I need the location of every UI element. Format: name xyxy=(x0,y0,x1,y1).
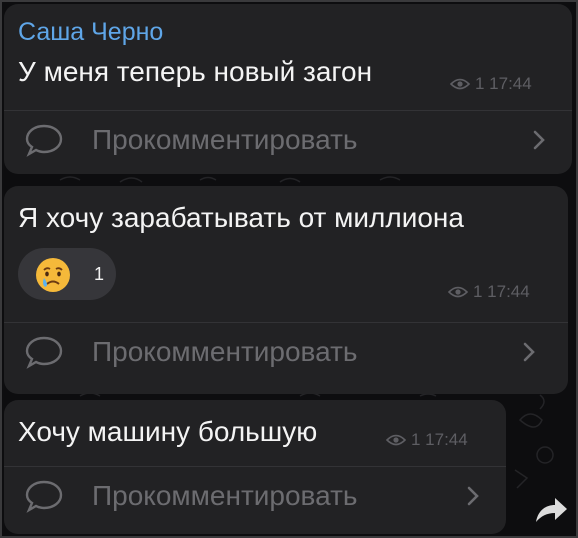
message-meta: 1 17:44 xyxy=(448,282,530,302)
message-meta: 1 17:44 xyxy=(450,74,532,94)
comment-label: Прокомментировать xyxy=(92,124,358,155)
comment-label: Прокомментировать xyxy=(92,336,358,367)
comment-button[interactable]: Прокомментировать xyxy=(4,112,572,168)
message-bubble-1[interactable]: Саша Черно У меня теперь новый загон 1 1… xyxy=(4,4,572,174)
view-count-time: 1 17:44 xyxy=(475,74,532,93)
comment-bubble-icon xyxy=(25,336,63,369)
view-count-time: 1 17:44 xyxy=(473,282,530,301)
chevron-right-icon xyxy=(467,486,479,506)
message-meta: 1 17:44 xyxy=(386,430,468,450)
message-text: У меня теперь новый загон xyxy=(18,56,373,87)
divider xyxy=(4,110,572,111)
chevron-right-icon xyxy=(533,130,545,150)
divider xyxy=(4,466,506,467)
comment-button[interactable]: Прокомментировать xyxy=(4,468,506,524)
comment-button[interactable]: Прокомментировать xyxy=(4,324,568,380)
chevron-right-icon xyxy=(523,342,535,362)
comment-bubble-icon xyxy=(25,480,63,513)
message-text: Хочу машину большую xyxy=(18,416,318,447)
eye-icon xyxy=(450,78,470,90)
message-text: Я хочу зарабатывать от миллиона xyxy=(18,202,464,233)
message-bubble-2[interactable]: Я хочу зарабатывать от миллиона 1 1 17:4… xyxy=(4,186,568,394)
reaction-pill[interactable]: 1 xyxy=(18,248,116,300)
eye-icon xyxy=(448,286,468,298)
crying-face-emoji xyxy=(36,258,70,292)
eye-icon xyxy=(386,434,406,446)
divider xyxy=(4,322,568,323)
comment-label: Прокомментировать xyxy=(92,480,358,511)
channel-author-name[interactable]: Саша Черно xyxy=(18,18,163,47)
message-bubble-3[interactable]: Хочу машину большую 1 17:44 Прокомментир… xyxy=(4,400,506,534)
view-count-time: 1 17:44 xyxy=(411,430,468,449)
share-arrow-icon[interactable] xyxy=(528,488,572,532)
comment-bubble-icon xyxy=(25,124,63,157)
reaction-count: 1 xyxy=(94,264,105,284)
